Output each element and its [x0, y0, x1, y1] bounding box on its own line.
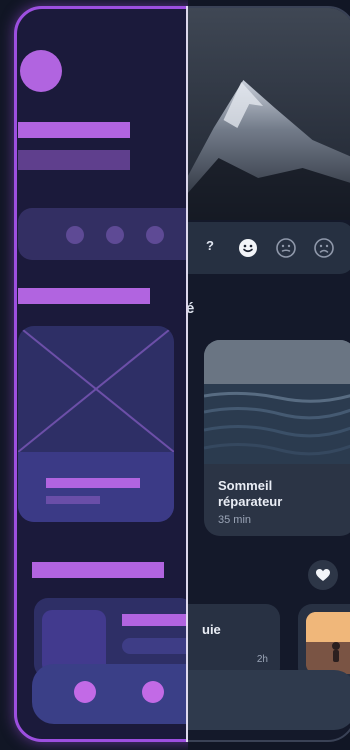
favorite-button[interactable]: [308, 560, 338, 590]
wireframe-overlay: [0, 0, 188, 750]
wireframe-tab-dot-1: [74, 681, 96, 703]
list-card-time: 2h: [256, 654, 268, 665]
sunset-thumbnail: [306, 612, 350, 674]
wireframe-card-line-2: [46, 496, 100, 504]
card-title: Sommeil réparateur: [218, 478, 283, 509]
comparison-divider[interactable]: [186, 6, 188, 742]
list-card-title: uie: [202, 622, 221, 637]
wireframe-card: [18, 326, 174, 522]
wireframe-dot-1: [66, 226, 84, 244]
wireframe-subtitle-bar: [18, 150, 130, 170]
wireframe-list-line-1: [122, 614, 188, 626]
ocean-thumbnail: [204, 340, 350, 464]
screen: ? é Sommeil réparateur 35 min uie 2h: [0, 0, 350, 750]
wireframe-section-title-2: [32, 562, 164, 578]
content-card-sommeil[interactable]: Sommeil réparateur 35 min: [204, 340, 350, 536]
mood-question-text: ?: [206, 238, 214, 253]
neutral-face-icon[interactable]: [276, 238, 296, 258]
wireframe-list-line-2: [122, 638, 188, 654]
wireframe-tab-dot-2: [142, 681, 164, 703]
wireframe-image-placeholder: [18, 326, 174, 454]
wireframe-dot-2: [106, 226, 124, 244]
wireframe-tab-bar: [32, 664, 188, 724]
happy-face-icon[interactable]: [238, 238, 258, 258]
wireframe-card-line-1: [46, 478, 140, 488]
sad-face-icon[interactable]: [314, 238, 334, 258]
wireframe-title-bar: [18, 122, 130, 138]
wireframe-avatar: [20, 50, 62, 92]
heart-icon: [316, 569, 330, 581]
card-duration: 35 min: [218, 514, 252, 526]
wireframe-section-title: [18, 288, 150, 304]
wireframe-dot-3: [146, 226, 164, 244]
